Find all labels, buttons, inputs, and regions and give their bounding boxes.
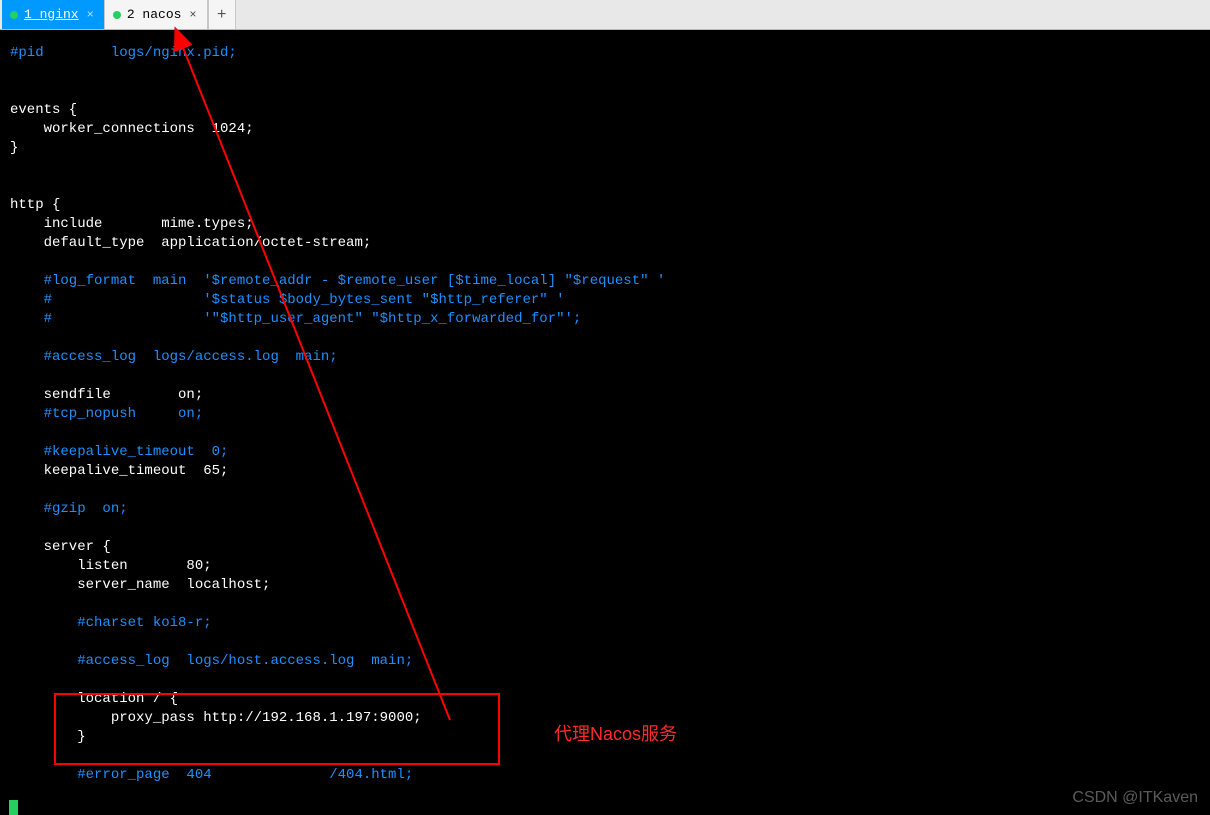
- code-line: #log_format main '$remote_addr - $remote…: [10, 273, 665, 289]
- new-tab-button[interactable]: +: [208, 0, 236, 29]
- tab-nacos[interactable]: 2 nacos ×: [105, 0, 208, 29]
- code-line: # '"$http_user_agent" "$http_x_forwarded…: [10, 311, 581, 327]
- code-line: http {: [10, 197, 60, 213]
- status-dot-icon: [113, 11, 121, 19]
- tab-label: 1 nginx: [24, 7, 79, 22]
- code-line: #pid logs/nginx.pid;: [10, 45, 237, 61]
- tab-label: 2 nacos: [127, 7, 182, 22]
- code-line: }: [10, 729, 86, 745]
- code-line: #error_page 404 /404.html;: [10, 767, 413, 783]
- code-line: #keepalive_timeout 0;: [10, 444, 228, 460]
- code-line: keepalive_timeout 65;: [10, 463, 228, 479]
- code-line: default_type application/octet-stream;: [10, 235, 371, 251]
- close-icon[interactable]: ×: [187, 8, 198, 22]
- code-line: location / {: [10, 691, 178, 707]
- code-line: server {: [10, 539, 111, 555]
- code-line: events {: [10, 102, 77, 118]
- tab-nginx[interactable]: 1 nginx ×: [2, 0, 105, 29]
- code-content: #pid logs/nginx.pid; events { worker_con…: [10, 44, 1200, 785]
- code-line: #tcp_nopush on;: [10, 406, 203, 422]
- code-line: #gzip on;: [10, 501, 128, 517]
- plus-icon: +: [217, 6, 227, 24]
- code-line: include mime.types;: [10, 216, 254, 232]
- terminal-panel[interactable]: #pid logs/nginx.pid; events { worker_con…: [0, 30, 1210, 815]
- code-line: }: [10, 140, 18, 156]
- tab-bar: 1 nginx × 2 nacos × +: [0, 0, 1210, 30]
- code-line: server_name localhost;: [10, 577, 270, 593]
- code-line: proxy_pass http://192.168.1.197:9000;: [10, 710, 422, 726]
- code-line: worker_connections 1024;: [10, 121, 254, 137]
- code-line: sendfile on;: [10, 387, 203, 403]
- terminal-cursor: [9, 800, 18, 815]
- code-line: #access_log logs/access.log main;: [10, 349, 338, 365]
- code-line: #charset koi8-r;: [10, 615, 212, 631]
- close-icon[interactable]: ×: [85, 8, 96, 22]
- code-line: listen 80;: [10, 558, 212, 574]
- annotation-label: 代理Nacos服务: [554, 720, 677, 746]
- status-dot-icon: [10, 11, 18, 19]
- code-line: # '$status $body_bytes_sent "$http_refer…: [10, 292, 565, 308]
- code-line: #access_log logs/host.access.log main;: [10, 653, 413, 669]
